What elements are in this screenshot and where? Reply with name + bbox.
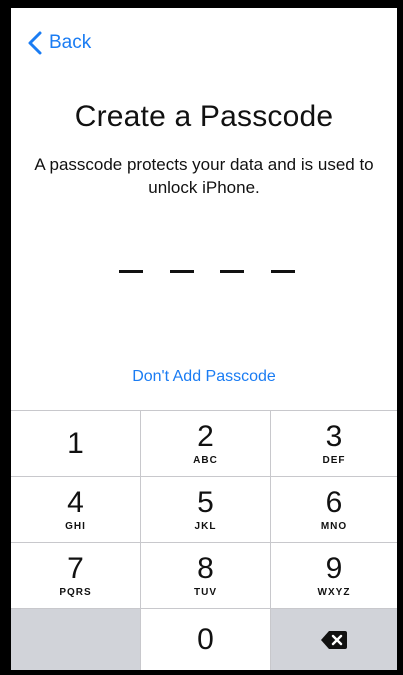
key-8[interactable]: 8 TUV (141, 543, 271, 609)
key-3[interactable]: 3 DEF (271, 411, 397, 477)
key-digit: 8 (197, 551, 214, 585)
device-frame: Back Create a Passcode A passcode protec… (0, 0, 403, 675)
passcode-dash (270, 270, 295, 273)
key-letters: PQRS (59, 586, 92, 598)
screen: Back Create a Passcode A passcode protec… (11, 8, 397, 670)
page-subtitle: A passcode protects your data and is use… (34, 155, 374, 197)
dont-add-passcode-link[interactable]: Don't Add Passcode (11, 368, 397, 386)
key-letters: TUV (194, 586, 217, 598)
key-1[interactable]: 1 (11, 411, 141, 477)
key-9[interactable]: 9 WXYZ (271, 543, 397, 609)
passcode-dash (220, 270, 245, 273)
delete-key[interactable] (271, 609, 397, 670)
passcode-dash (169, 270, 194, 273)
key-digit: 0 (197, 622, 214, 656)
key-digit: 5 (197, 485, 214, 519)
key-letters: GHI (65, 520, 86, 532)
key-letters: DEF (322, 454, 346, 466)
key-digit: 6 (325, 485, 343, 519)
back-label: Back (49, 32, 92, 53)
key-digit: 4 (67, 485, 84, 519)
key-digit: 2 (197, 419, 214, 453)
delete-backspace-icon (321, 630, 347, 649)
key-digit: 7 (67, 551, 84, 585)
key-2[interactable]: 2 ABC (141, 411, 271, 477)
key-blank (11, 609, 141, 670)
key-letters: WXYZ (317, 586, 351, 598)
key-digit: 3 (325, 419, 343, 453)
key-letters: JKL (194, 520, 217, 532)
key-0[interactable]: 0 (141, 609, 271, 670)
passcode-dash (119, 270, 143, 273)
key-digit: 1 (67, 426, 84, 460)
numeric-keypad: 1 2 ABC 3 DEF 4 GHI 5 JKL 6 MNO 7 PQRS 8… (11, 410, 397, 670)
key-4[interactable]: 4 GHI (11, 477, 141, 543)
page-title: Create a Passcode (74, 100, 334, 133)
key-letters: MNO (320, 520, 348, 532)
passcode-indicator (119, 270, 295, 274)
back-button[interactable]: Back (25, 30, 91, 56)
chevron-left-icon (28, 31, 42, 55)
key-7[interactable]: 7 PQRS (11, 543, 141, 609)
key-digit: 9 (325, 551, 343, 585)
key-6[interactable]: 6 MNO (271, 477, 397, 543)
key-5[interactable]: 5 JKL (141, 477, 271, 543)
key-letters: ABC (193, 454, 218, 466)
